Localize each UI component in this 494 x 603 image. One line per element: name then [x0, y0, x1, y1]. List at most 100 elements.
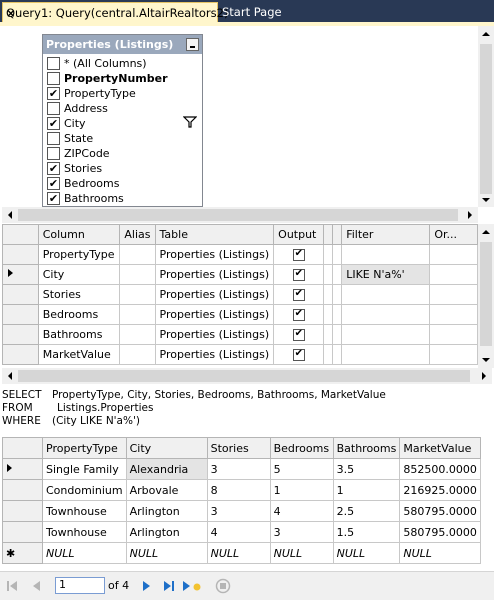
results-pane[interactable]: PropertyType City Stories Bedrooms Bathrooms… [2, 437, 492, 567]
results-cell[interactable]: 216925.0000 [399, 479, 481, 501]
criteria-table-cell[interactable]: Properties (Listings) [154, 344, 275, 365]
criteria-vertical-scrollbar[interactable] [478, 224, 494, 368]
criteria-output-cell[interactable] [273, 284, 325, 305]
criteria-or-cell[interactable] [429, 324, 478, 345]
criteria-filter-cell[interactable]: LIKE N'a%' [341, 264, 431, 285]
results-cell[interactable]: 4 [206, 521, 271, 543]
results-row-selector[interactable] [2, 500, 43, 522]
criteria-table-cell[interactable]: Properties (Listings) [154, 284, 275, 305]
results-cell[interactable]: 3 [269, 521, 334, 543]
criteria-spacer-cell[interactable] [332, 264, 343, 285]
criteria-spacer-cell[interactable] [323, 324, 334, 345]
diagram-column-item[interactable]: ✔ PropertyType [47, 86, 201, 101]
results-row[interactable]: Single Family Alexandria 3 5 3.5 852500.0000 [2, 458, 481, 480]
stop-icon[interactable] [215, 578, 231, 594]
criteria-or-cell[interactable] [429, 244, 478, 265]
diagram-column-item[interactable]: ZIPCode [47, 146, 201, 161]
criteria-row-selector[interactable] [2, 344, 39, 365]
column-header-alias[interactable]: Alias [119, 224, 156, 245]
criteria-output-cell[interactable] [273, 264, 325, 285]
new-row-marker-icon[interactable]: ✱ [2, 542, 43, 564]
criteria-row-selector[interactable] [2, 324, 39, 345]
results-cell[interactable]: Condominium [42, 479, 127, 501]
criteria-spacer-cell[interactable] [323, 304, 334, 325]
criteria-filter-cell[interactable] [341, 284, 431, 305]
results-column-header[interactable]: Bedrooms [269, 437, 334, 459]
output-checkbox[interactable] [292, 328, 305, 341]
results-cell[interactable]: 3.5 [332, 458, 401, 480]
output-checkbox[interactable] [292, 348, 305, 361]
column-header-table[interactable]: Table [154, 224, 275, 245]
column-checkbox[interactable] [47, 147, 60, 160]
column-checkbox[interactable] [47, 72, 60, 85]
results-cell[interactable]: Townhouse [42, 500, 127, 522]
results-row-selector[interactable] [2, 479, 43, 501]
close-tab-icon[interactable]: × [6, 6, 16, 20]
criteria-row[interactable]: MarketValue Properties (Listings) [2, 344, 478, 365]
criteria-filter-cell[interactable] [341, 244, 431, 265]
criteria-row[interactable]: Bathrooms Properties (Listings) [2, 324, 478, 345]
diagram-column-item[interactable]: ✔ Bathrooms [47, 191, 201, 206]
criteria-alias-cell[interactable] [119, 284, 156, 305]
output-checkbox[interactable] [292, 288, 305, 301]
criteria-column-cell[interactable]: Bathrooms [37, 324, 121, 345]
results-row[interactable]: Townhouse Arlington 3 4 2.5 580795.0000 [2, 500, 481, 522]
results-null-cell[interactable]: NULL [332, 542, 401, 564]
results-cell[interactable]: 580795.0000 [399, 521, 481, 543]
column-checkbox[interactable]: ✔ [47, 192, 60, 205]
criteria-alias-cell[interactable] [119, 324, 156, 345]
criteria-spacer-cell[interactable] [332, 304, 343, 325]
results-cell[interactable]: Arlington [125, 500, 208, 522]
results-cell[interactable]: Alexandria [125, 458, 208, 480]
results-cell[interactable]: 3 [206, 458, 271, 480]
criteria-output-cell[interactable] [273, 344, 325, 365]
diagram-vertical-scrollbar[interactable] [478, 26, 494, 207]
column-header-output[interactable]: Output [273, 224, 325, 245]
criteria-alias-cell[interactable] [119, 244, 156, 265]
column-checkbox[interactable]: ✔ [47, 162, 60, 175]
criteria-spacer-cell[interactable] [323, 264, 334, 285]
results-column-header[interactable]: City [125, 437, 208, 459]
criteria-spacer-cell[interactable] [332, 324, 343, 345]
table-widget-header[interactable]: Properties (Listings) [43, 35, 202, 54]
diagram-column-item[interactable]: ✔ Stories [47, 161, 201, 176]
column-header-filter[interactable]: Filter [341, 224, 431, 245]
last-record-icon[interactable] [164, 581, 174, 591]
criteria-row-selector[interactable] [2, 264, 39, 285]
criteria-alias-cell[interactable] [119, 344, 156, 365]
criteria-table-cell[interactable]: Properties (Listings) [154, 244, 275, 265]
criteria-spacer-cell[interactable] [323, 344, 334, 365]
results-null-cell[interactable]: NULL [42, 542, 127, 564]
diagram-column-item[interactable]: * (All Columns) [47, 56, 201, 71]
output-checkbox[interactable] [292, 248, 305, 261]
diagram-column-item[interactable]: Address [47, 101, 201, 116]
criteria-table-cell[interactable]: Properties (Listings) [154, 304, 275, 325]
results-cell[interactable]: 8 [206, 479, 271, 501]
criteria-column-cell[interactable]: Stories [37, 284, 121, 305]
criteria-row-selector[interactable] [2, 244, 39, 265]
criteria-output-cell[interactable] [273, 324, 325, 345]
criteria-output-cell[interactable] [273, 244, 325, 265]
diagram-horizontal-scrollbar[interactable] [2, 207, 478, 223]
results-row-selector[interactable] [2, 458, 43, 480]
results-row-selector[interactable] [2, 521, 43, 543]
criteria-spacer-cell[interactable] [332, 284, 343, 305]
results-cell[interactable]: 2.5 [332, 500, 401, 522]
results-row[interactable]: Condominium Arbovale 8 1 1 216925.0000 [2, 479, 481, 501]
results-column-header[interactable]: Stories [206, 437, 271, 459]
criteria-output-cell[interactable] [273, 304, 325, 325]
results-cell[interactable]: 1 [269, 479, 334, 501]
results-column-header[interactable]: PropertyType [42, 437, 127, 459]
next-record-icon[interactable] [143, 581, 150, 591]
criteria-column-cell[interactable]: City [37, 264, 121, 285]
results-null-cell[interactable]: NULL [399, 542, 481, 564]
criteria-table-cell[interactable]: Properties (Listings) [154, 324, 275, 345]
results-cell[interactable]: 1 [332, 479, 401, 501]
current-record-input[interactable]: 1 [55, 577, 105, 594]
results-cell[interactable]: Single Family [42, 458, 127, 480]
criteria-row[interactable]: PropertyType Properties (Listings) [2, 244, 478, 265]
criteria-spacer-cell[interactable] [332, 244, 343, 265]
criteria-or-cell[interactable] [429, 264, 478, 285]
results-cell[interactable]: 852500.0000 [399, 458, 481, 480]
diagram-column-item[interactable]: State [47, 131, 201, 146]
